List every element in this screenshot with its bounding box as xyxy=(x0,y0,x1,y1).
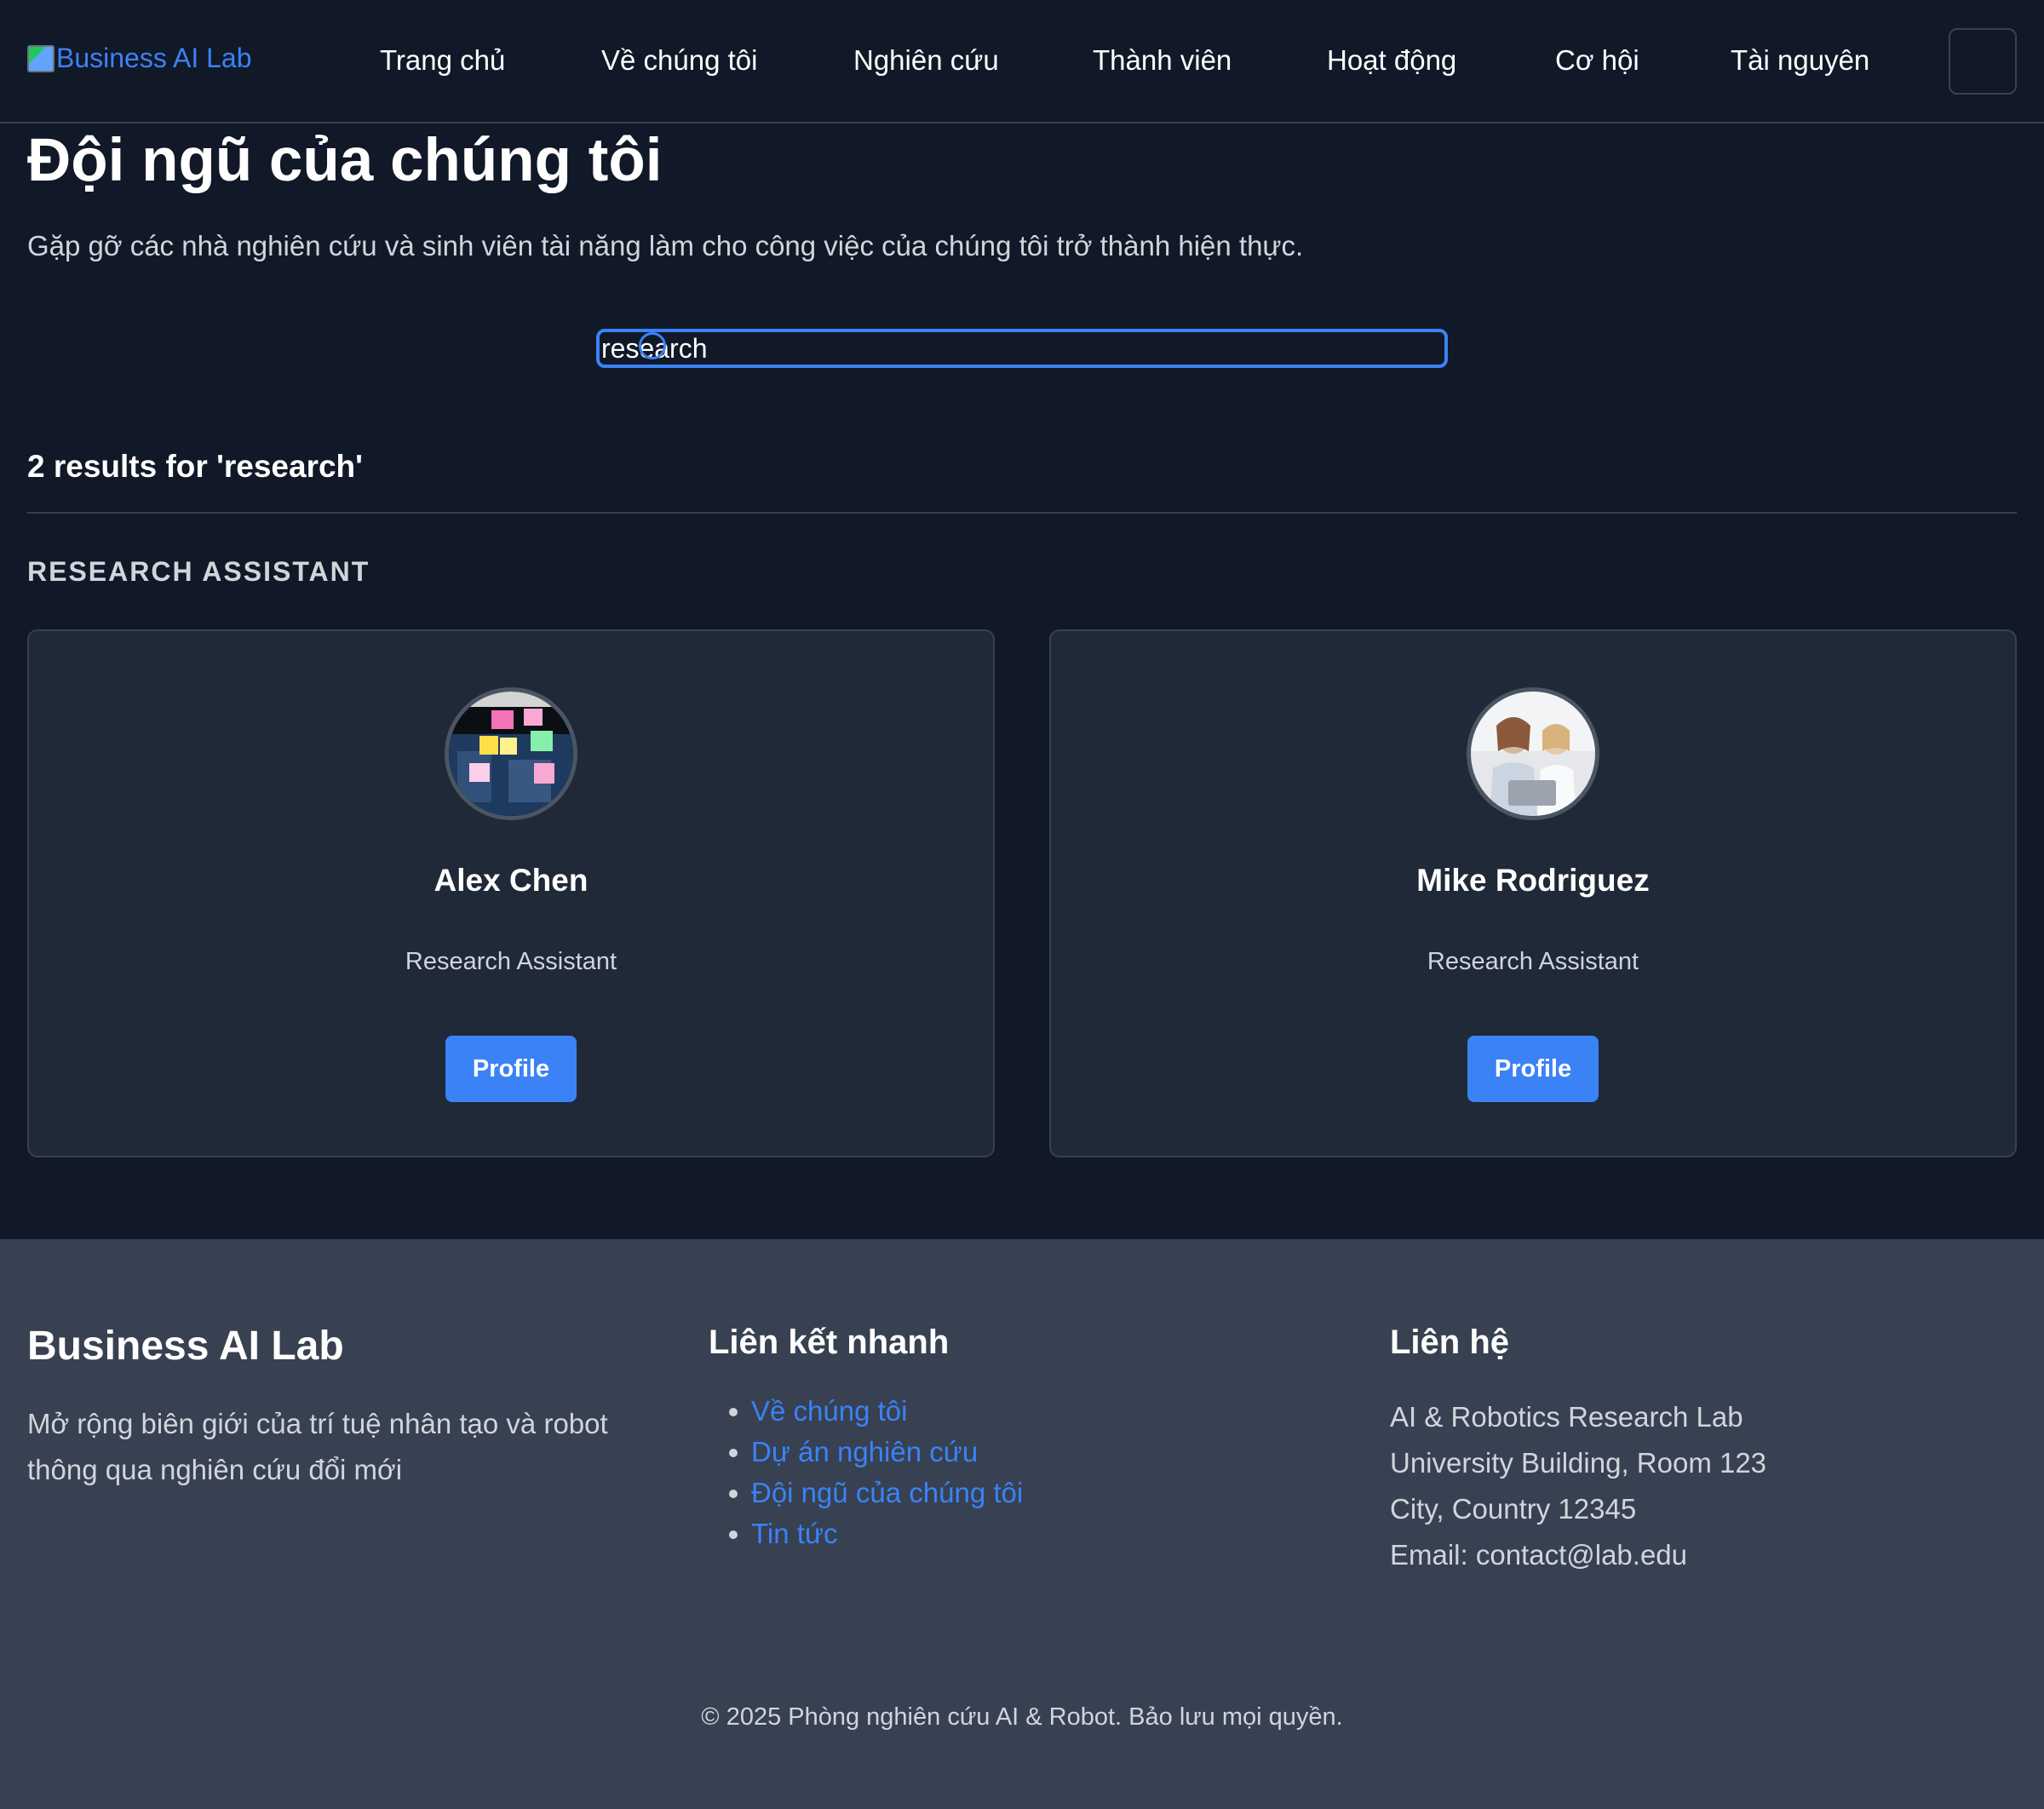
list-item: Tin tức xyxy=(726,1513,1023,1554)
footer-tagline: Mở rộng biên giới của trí tuệ nhân tạo v… xyxy=(27,1408,608,1485)
list-item: Đội ngũ của chúng tôi xyxy=(726,1473,1023,1513)
member-card: Mike Rodriguez Research Assistant Profil… xyxy=(1049,629,2017,1157)
page-title: Đội ngũ của chúng tôi xyxy=(27,127,663,194)
footer-link-projects[interactable]: Dự án nghiên cứu xyxy=(751,1436,978,1467)
contact-list: AI & Robotics Research Lab University Bu… xyxy=(1390,1394,1766,1578)
nav-item-opportunities[interactable]: Cơ hội xyxy=(1555,44,1639,77)
avatar xyxy=(445,687,577,820)
avatar xyxy=(1467,687,1599,820)
footer-brand: Business AI Lab xyxy=(27,1324,344,1369)
nav-item-activities[interactable]: Hoạt động xyxy=(1327,44,1456,77)
copyright: © 2025 Phòng nghiên cứu AI & Robot. Bảo … xyxy=(701,1703,1343,1731)
contact-city: City, Country 12345 xyxy=(1390,1493,1637,1525)
results-count: 2 results for 'research' xyxy=(27,449,363,484)
search-input[interactable] xyxy=(600,332,1444,365)
group-heading: RESEARCH ASSISTANT xyxy=(27,556,370,587)
footer-link-team[interactable]: Đội ngũ của chúng tôi xyxy=(751,1477,1023,1508)
quick-links-list: Về chúng tôi Dự án nghiên cứu Đội ngũ củ… xyxy=(726,1391,1023,1554)
contact-email: Email: contact@lab.edu xyxy=(1390,1539,1688,1571)
moon-icon xyxy=(1969,48,1996,75)
search-box[interactable] xyxy=(596,329,1448,368)
nav-item-members[interactable]: Thành viên xyxy=(1093,44,1232,77)
contact-title: Liên hệ xyxy=(1390,1324,1510,1361)
nav-item-about[interactable]: Về chúng tôi xyxy=(601,44,757,77)
contact-address: University Building, Room 123 xyxy=(1390,1447,1767,1479)
list-item: Về chúng tôi xyxy=(726,1391,1023,1432)
member-name: Alex Chen xyxy=(433,863,589,898)
broken-image-icon xyxy=(27,44,55,72)
quick-links-title: Liên kết nhanh xyxy=(709,1324,950,1361)
member-name: Mike Rodriguez xyxy=(1416,863,1650,898)
page-subtitle: Gặp gỡ các nhà nghiên cứu và sinh viên t… xyxy=(27,230,1304,261)
sticky-notes-photo-icon xyxy=(449,692,573,816)
member-role: Research Assistant xyxy=(1427,948,1639,975)
member-card: Alex Chen Research Assistant Profile xyxy=(27,629,995,1157)
nav-item-home[interactable]: Trang chủ xyxy=(380,44,505,77)
divider xyxy=(27,512,2017,514)
top-navbar: Business AI Lab Trang chủ Về chúng tôi N… xyxy=(0,0,2044,123)
contact-lab-name: AI & Robotics Research Lab xyxy=(1390,1401,1743,1433)
nav-item-research[interactable]: Nghiên cứu xyxy=(853,44,999,77)
footer-link-news[interactable]: Tin tức xyxy=(751,1518,838,1549)
profile-button[interactable]: Profile xyxy=(445,1036,577,1102)
theme-toggle-button[interactable] xyxy=(1949,28,2017,95)
logo-alt-text: Business AI Lab xyxy=(56,43,252,73)
footer: Business AI Lab Mở rộng biên giới của tr… xyxy=(0,1239,2044,1809)
member-role: Research Assistant xyxy=(405,948,617,975)
logo-link[interactable]: Business AI Lab xyxy=(27,43,251,74)
two-women-laptop-photo-icon xyxy=(1471,692,1595,816)
profile-button[interactable]: Profile xyxy=(1467,1036,1599,1102)
list-item: Dự án nghiên cứu xyxy=(726,1432,1023,1473)
footer-link-about[interactable]: Về chúng tôi xyxy=(751,1395,907,1427)
nav-item-resources[interactable]: Tài nguyên xyxy=(1731,44,1869,77)
